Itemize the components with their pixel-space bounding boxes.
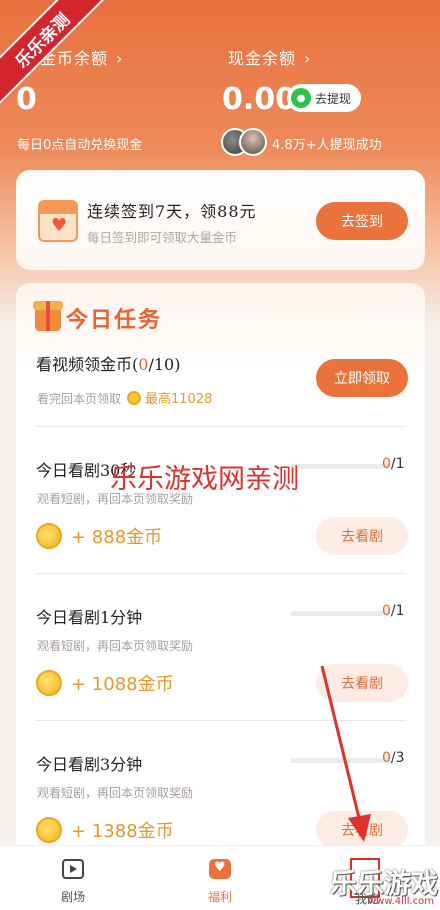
watch-drama-button[interactable]: 去看剧 (316, 664, 408, 702)
corner-url: www.4lll.com (368, 896, 435, 907)
reward-text: + 1388金币 (71, 821, 174, 842)
divider (36, 720, 406, 721)
watch-drama-button[interactable]: 去看剧 (316, 811, 408, 849)
coin-icon (36, 523, 62, 549)
withdraw-success-note: 4.8万+人提现成功 (272, 138, 382, 153)
task-name: 今日看剧1分钟 (36, 608, 143, 627)
avatar (239, 128, 267, 156)
reward-text: + 1088金币 (71, 674, 174, 695)
progress-bar (290, 758, 390, 763)
daily-exchange-note: 每日0点自动兑换现金 (17, 138, 143, 153)
gift-heart-icon (209, 859, 231, 879)
play-icon (62, 859, 84, 879)
video-task-name: 看视频领金币(0/10) (36, 355, 181, 374)
divider (36, 426, 406, 427)
cash-balance-label: 现金余额 (228, 49, 297, 68)
signin-button[interactable]: 去签到 (316, 202, 408, 240)
progress-text: 0/3 (382, 750, 405, 766)
divider (36, 573, 406, 574)
tab-label: 剧场 (60, 890, 85, 904)
coin-icon (36, 670, 62, 696)
chevron-right-icon: › (116, 49, 124, 68)
task-desc: 观看短剧，再回本页领取奖励 (37, 639, 194, 653)
coin-icon (127, 391, 142, 405)
chevron-right-icon: › (304, 49, 312, 68)
tab-theater[interactable]: 剧场 (0, 846, 146, 910)
tab-label: 福利 (207, 890, 232, 904)
withdraw-button[interactable]: ● 去提现 (287, 84, 361, 112)
reward-text: + 888金币 (71, 527, 163, 548)
wechat-icon: ● (291, 88, 311, 108)
coin-icon (36, 817, 62, 843)
daily-tasks-card: 今日任务 看视频领金币(0/10) 看完回本页领取 最高11028 立即领取 今日… (16, 283, 425, 863)
withdraw-label: 去提现 (315, 91, 352, 106)
tab-welfare[interactable]: 福利 (147, 846, 293, 910)
signin-subtitle: 每日签到即可领取大量金币 (87, 230, 238, 245)
watermark-text: 乐乐游戏网亲测 (110, 464, 299, 495)
coin-balance-value: 0 (16, 82, 37, 117)
claim-now-button[interactable]: 立即领取 (316, 359, 408, 397)
task-desc: 观看短剧，再回本页领取奖励 (37, 786, 194, 800)
video-task-desc: 看完回本页领取 最高11028 (37, 391, 213, 407)
watch-drama-button[interactable]: 去看剧 (316, 517, 408, 555)
tasks-heading: 今日任务 (66, 308, 163, 333)
user-avatars (221, 128, 269, 156)
signin-title: 连续签到7天，领88元 (87, 202, 257, 221)
cash-balance-link[interactable]: 现金余额 › (228, 45, 311, 69)
progress-bar (290, 464, 390, 469)
progress-text: 0/1 (382, 603, 405, 619)
progress-text: 0/1 (382, 456, 405, 472)
gift-icon (33, 301, 63, 331)
calendar-icon (38, 200, 78, 242)
signin-card: 连续签到7天，领88元 每日签到即可领取大量金币 去签到 (16, 170, 425, 270)
max-reward: 最高11028 (145, 392, 213, 407)
progress-bar (290, 611, 390, 616)
task-name: 今日看剧3分钟 (36, 755, 143, 774)
cash-balance-value: 0.00 (222, 82, 297, 117)
